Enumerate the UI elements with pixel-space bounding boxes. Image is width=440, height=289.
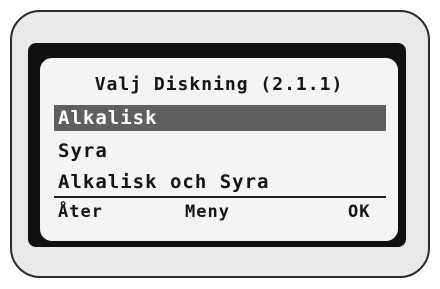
softkey-divider (54, 196, 386, 198)
softkey-menu[interactable]: Meny (185, 202, 230, 222)
menu-item-syra[interactable]: Syra (54, 138, 386, 164)
lcd-screen: Valj Diskning (2.1.1) Alkalisk Syra Alka… (40, 58, 398, 241)
menu-item-alkalisk-och-syra[interactable]: Alkalisk och Syra (54, 169, 386, 195)
softkey-back[interactable]: Åter (58, 202, 103, 222)
screen-title: Valj Diskning (2.1.1) (94, 74, 344, 95)
menu-item-alkalisk[interactable]: Alkalisk (54, 105, 386, 131)
softkey-ok[interactable]: OK (348, 202, 370, 222)
